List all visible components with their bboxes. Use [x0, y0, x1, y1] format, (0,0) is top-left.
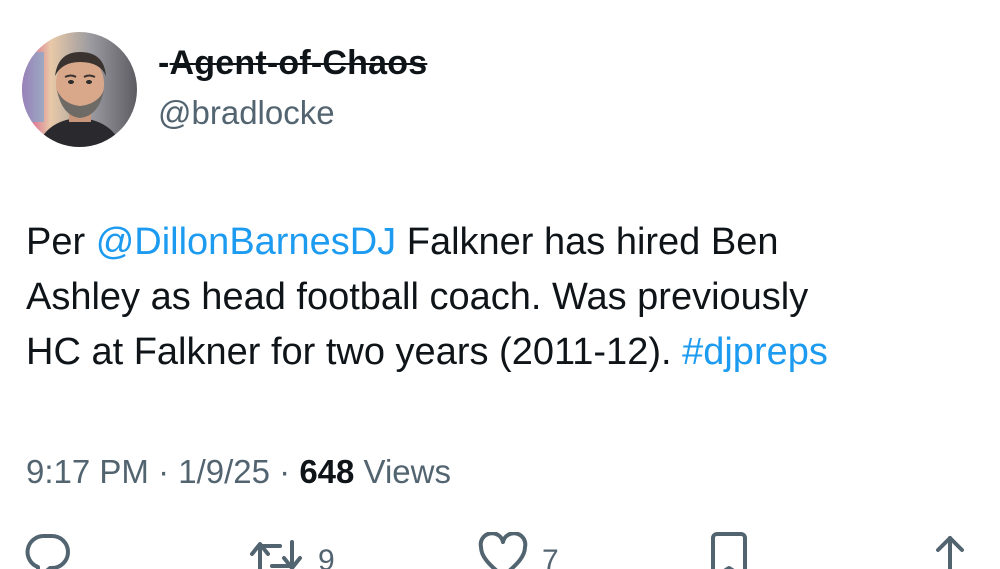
tweet-text-segment: Ashley as head football coach. Was previ…: [26, 276, 809, 318]
tweet-text-segment: Per: [26, 221, 96, 263]
tweet-date[interactable]: 1/9/25: [178, 453, 270, 490]
user-handle[interactable]: @bradlocke: [158, 94, 335, 132]
like-count: 7: [542, 544, 559, 569]
reply-button[interactable]: [24, 532, 72, 569]
action-bar: 9 7: [0, 532, 1000, 569]
bookmark-button[interactable]: [707, 532, 751, 569]
share-icon: [936, 536, 964, 569]
views-label: Views: [354, 453, 451, 490]
display-name-text: Agent-of-Chaos: [169, 44, 428, 82]
tweet-meta: 9:17 PM · 1/9/25 · 648 Views: [26, 453, 451, 491]
retweet-count: 9: [318, 544, 335, 569]
bookmark-icon: [711, 532, 747, 569]
views-count: 648: [299, 453, 355, 490]
display-name-prefix: -: [158, 44, 170, 82]
meta-separator: ·: [269, 453, 300, 490]
share-button[interactable]: [928, 532, 972, 569]
avatar-photo: [22, 32, 137, 147]
tweet-text-segment: HC at Falkner for two years (2011-12).: [26, 331, 683, 373]
reply-icon: [25, 533, 70, 569]
like-button[interactable]: 7: [478, 532, 559, 569]
tweet-card: -Agent-of-Chaos @bradlocke Per @DillonBa…: [0, 0, 1000, 569]
hashtag-link[interactable]: #djpreps: [682, 331, 828, 373]
retweet-icon: [250, 540, 302, 569]
display-name[interactable]: -Agent-of-Chaos: [158, 44, 427, 83]
tweet-text: Per @DillonBarnesDJ Falkner has hired Be…: [26, 215, 976, 380]
tweet-time[interactable]: 9:17 PM: [26, 453, 149, 490]
mention-link[interactable]: @DillonBarnesDJ: [96, 221, 396, 263]
avatar[interactable]: [22, 32, 137, 147]
tweet-line: Per @DillonBarnesDJ Falkner has hired Be…: [26, 215, 976, 270]
heart-icon: [478, 532, 528, 569]
tweet-text-segment: Falkner has hired Ben: [396, 221, 779, 263]
meta-separator: ·: [148, 453, 179, 490]
tweet-line: Ashley as head football coach. Was previ…: [26, 270, 976, 325]
retweet-button[interactable]: 9: [248, 532, 335, 569]
tweet-line: HC at Falkner for two years (2011-12). #…: [26, 325, 976, 380]
